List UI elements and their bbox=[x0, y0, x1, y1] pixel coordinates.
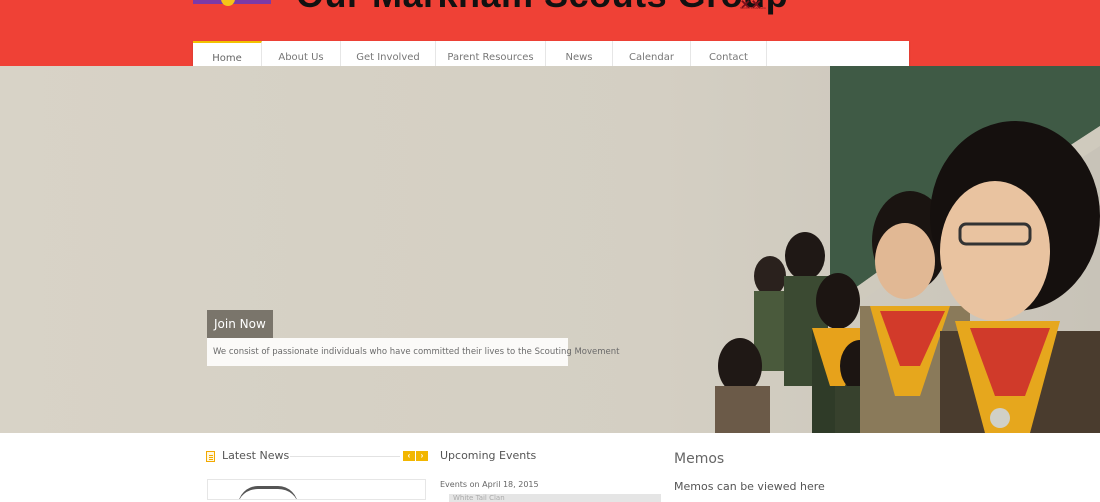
hero-slider[interactable]: Join Now We consist of passionate indivi… bbox=[0, 66, 1100, 433]
hero-photo bbox=[0, 66, 1100, 433]
site-logo[interactable] bbox=[193, 0, 271, 7]
news-thumbnail bbox=[238, 486, 298, 499]
crest-icon bbox=[221, 0, 235, 6]
news-divider bbox=[290, 456, 400, 457]
news-carousel-arrows: ‹ › bbox=[403, 451, 428, 461]
events-date-heading: Events on April 18, 2015 bbox=[440, 480, 539, 489]
memos-link-text[interactable]: Memos can be viewed here bbox=[674, 480, 825, 493]
upcoming-events-title: Upcoming Events bbox=[440, 449, 537, 462]
chevron-right-icon[interactable]: › bbox=[416, 451, 428, 461]
site-title[interactable]: Our Markham Scouts Group bbox=[296, 0, 788, 15]
news-icon bbox=[206, 451, 215, 462]
news-card[interactable] bbox=[207, 479, 426, 500]
scouts-canada-logo[interactable]: ✕✕ SCOUTS CANADA bbox=[738, 0, 838, 14]
memos-title: Memos bbox=[674, 451, 725, 467]
scouts-logo-text: SCOUTS CANADA bbox=[740, 6, 766, 10]
join-now-tag[interactable]: Join Now bbox=[207, 310, 273, 338]
event-item[interactable]: White Tail Clan bbox=[449, 494, 661, 502]
hero-description: We consist of passionate individuals who… bbox=[207, 338, 619, 366]
latest-news-title: Latest News bbox=[222, 449, 290, 462]
chevron-left-icon[interactable]: ‹ bbox=[403, 451, 415, 461]
